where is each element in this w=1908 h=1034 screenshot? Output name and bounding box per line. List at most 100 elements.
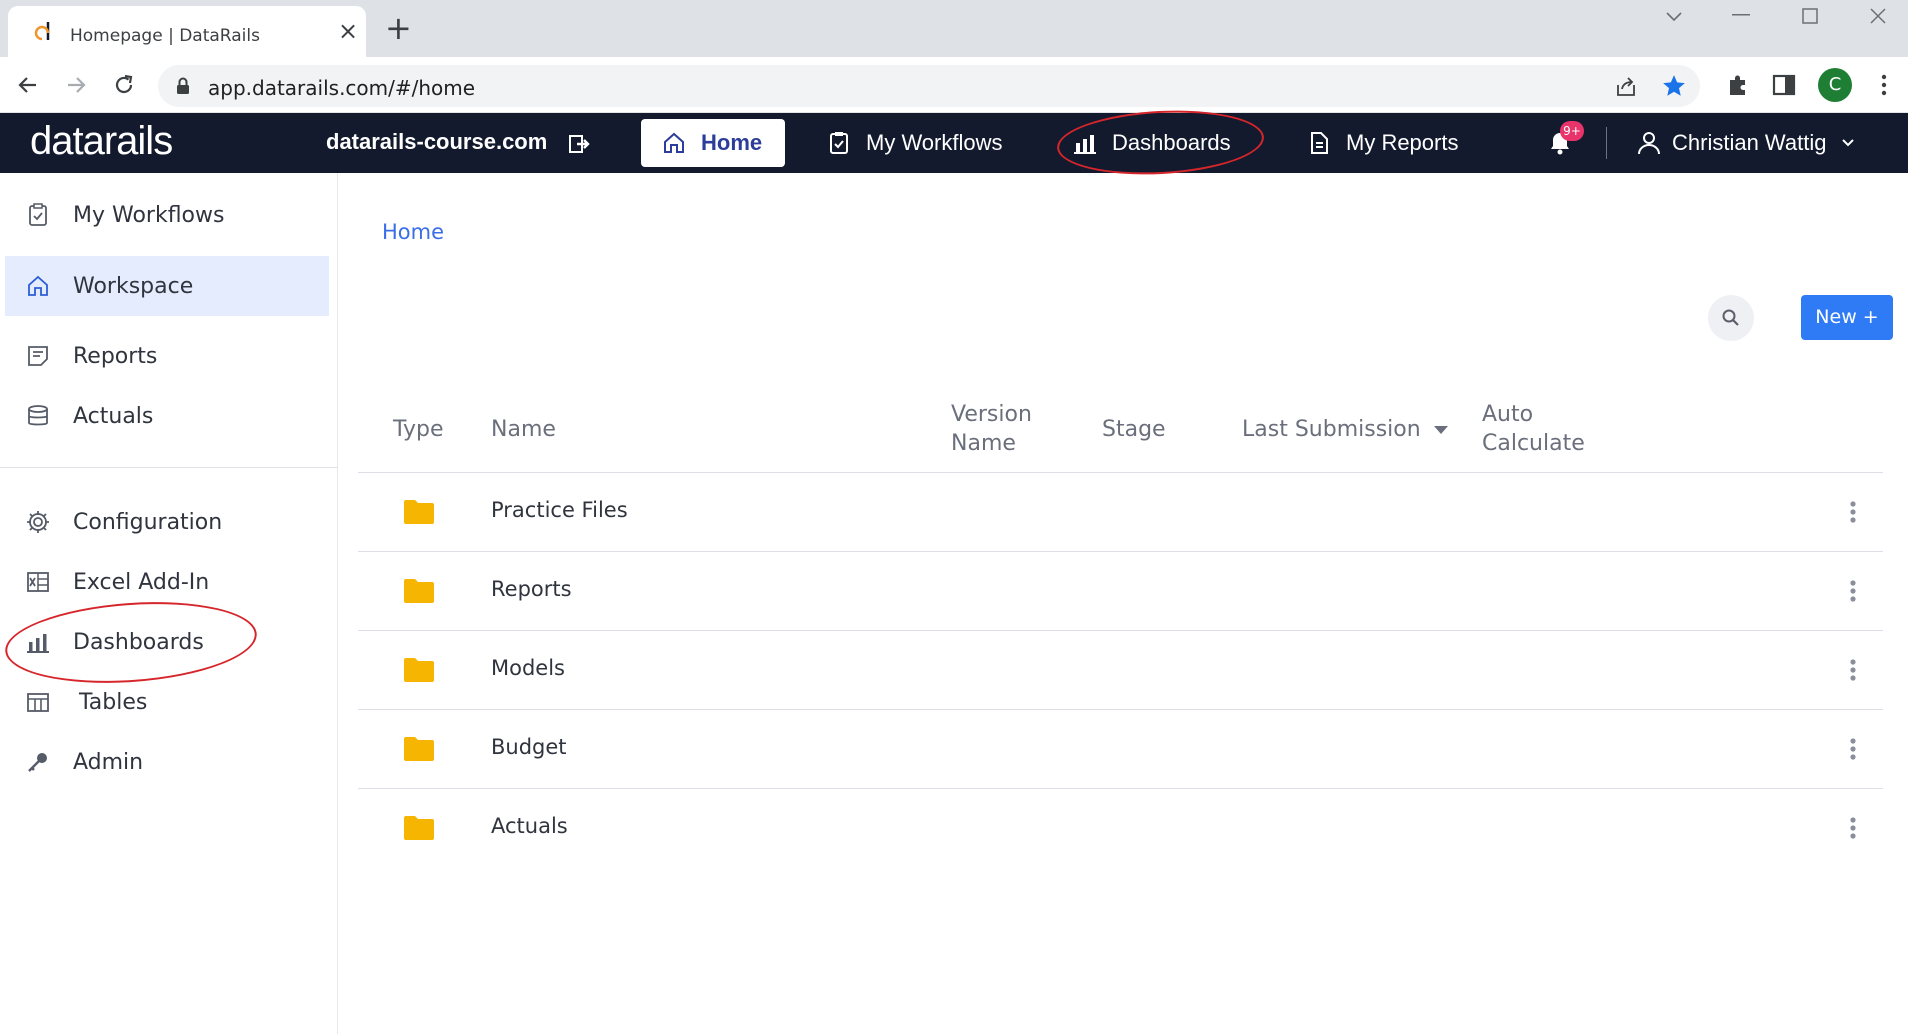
sidebar-item-label: Reports <box>73 343 158 369</box>
breadcrumb-home[interactable]: Home <box>382 220 444 244</box>
table-icon <box>27 693 49 712</box>
sidebar-item-label: Workspace <box>73 273 194 299</box>
nav-home[interactable]: Home <box>641 119 785 167</box>
row-name[interactable]: Reports <box>491 577 572 601</box>
sidebar-item-label: My Workflows <box>73 202 225 228</box>
back-arrow-icon[interactable] <box>14 71 42 99</box>
key-icon <box>28 753 47 772</box>
row-name[interactable]: Budget <box>491 735 567 759</box>
side-panel-icon[interactable] <box>1770 71 1798 99</box>
database-icon <box>28 405 48 426</box>
header-divider <box>1606 127 1607 159</box>
user-icon <box>1638 132 1660 155</box>
row-menu-kebab-icon[interactable] <box>1849 658 1857 682</box>
notification-badge: 9+ <box>1560 121 1584 141</box>
sidebar-divider <box>0 467 338 468</box>
column-header-line: Auto <box>1482 402 1534 427</box>
document-icon <box>1311 132 1328 154</box>
lock-icon[interactable] <box>176 77 190 95</box>
datarails-logo[interactable]: datarails <box>30 119 173 164</box>
folder-icon <box>404 737 434 761</box>
sidebar-item-configuration[interactable]: Configuration <box>5 492 329 552</box>
url-text[interactable]: app.datarails.com/#/home <box>208 76 475 100</box>
table-row[interactable]: Models <box>358 631 1883 710</box>
column-header-line: Name <box>951 431 1016 456</box>
clipboard-check-icon <box>29 203 47 226</box>
report-icon <box>28 346 48 366</box>
sort-caret-down-icon[interactable] <box>1434 426 1448 434</box>
window-minimize-icon[interactable] <box>1732 14 1750 16</box>
sidebar-item-label: Excel Add-In <box>73 569 210 595</box>
nav-my-reports-label: My Reports <box>1346 130 1459 155</box>
sidebar-item-tables[interactable]: Tables <box>5 672 329 732</box>
row-name[interactable]: Practice Files <box>491 498 628 522</box>
datarails-favicon-icon <box>34 22 50 41</box>
column-header-line: Calculate <box>1482 431 1585 456</box>
column-header-auto-calculate: Auto Calculate <box>1482 400 1585 458</box>
new-tab-icon[interactable]: + <box>385 12 412 44</box>
user-menu[interactable]: Christian Wattig <box>1636 119 1856 167</box>
row-menu-kebab-icon[interactable] <box>1849 816 1857 840</box>
column-header-type: Type <box>393 417 444 442</box>
table-row[interactable]: Actuals <box>358 789 1883 868</box>
table-row[interactable]: Practice Files <box>358 473 1883 552</box>
row-name[interactable]: Models <box>491 656 565 680</box>
nav-my-workflows-label: My Workflows <box>866 130 1003 155</box>
column-header-line: Version <box>951 402 1032 427</box>
sidebar-item-reports[interactable]: Reports <box>5 326 329 386</box>
browser-tab[interactable]: Homepage | DataRails × <box>8 6 366 57</box>
excel-icon <box>27 572 49 592</box>
row-menu-kebab-icon[interactable] <box>1849 500 1857 524</box>
table-row[interactable]: Reports <box>358 552 1883 631</box>
browser-menu-kebab-icon[interactable] <box>1872 71 1896 99</box>
column-header-name: Name <box>491 417 556 442</box>
tab-search-chevron-icon[interactable] <box>1664 10 1684 24</box>
sidebar-item-actuals[interactable]: Actuals <box>5 386 329 446</box>
search-button[interactable] <box>1708 295 1754 341</box>
column-header-stage: Stage <box>1102 417 1166 442</box>
row-name[interactable]: Actuals <box>491 814 568 838</box>
nav-my-workflows[interactable]: My Workflows <box>826 119 1003 167</box>
browser-toolbar: app.datarails.com/#/home C <box>0 57 1908 113</box>
sidebar-item-workspace[interactable]: Workspace <box>5 256 329 316</box>
folder-icon <box>404 579 434 603</box>
home-icon <box>28 275 48 296</box>
share-icon[interactable] <box>1614 75 1638 99</box>
folder-icon <box>404 658 434 682</box>
sidebar-item-label: Tables <box>79 689 148 715</box>
forward-arrow-icon[interactable] <box>62 71 90 99</box>
gear-icon <box>27 511 49 533</box>
tab-close-icon[interactable]: × <box>338 19 358 43</box>
switch-domain-icon[interactable] <box>568 133 590 155</box>
nav-my-reports[interactable]: My Reports <box>1306 119 1458 167</box>
clipboard-check-icon <box>830 132 848 154</box>
chevron-down-icon <box>1842 139 1855 147</box>
domain-link[interactable]: datarails-course.com <box>326 129 547 155</box>
new-button[interactable]: New + <box>1801 295 1893 340</box>
sidebar-item-admin[interactable]: Admin <box>5 732 329 792</box>
column-header-last-submission[interactable]: Last Submission <box>1242 415 1421 444</box>
window-close-icon[interactable] <box>1870 8 1886 24</box>
user-name: Christian Wattig <box>1672 130 1827 155</box>
sidebar-item-label: Admin <box>73 749 144 775</box>
reload-icon[interactable] <box>110 71 138 99</box>
tab-title: Homepage | DataRails <box>70 26 260 46</box>
row-menu-kebab-icon[interactable] <box>1849 579 1857 603</box>
sidebar-item-my-workflows[interactable]: My Workflows <box>5 185 329 245</box>
folder-icon <box>404 816 434 840</box>
window-maximize-icon[interactable] <box>1802 8 1818 24</box>
address-bar[interactable]: app.datarails.com/#/home <box>158 65 1700 107</box>
search-icon <box>1722 309 1739 326</box>
nav-home-label: Home <box>701 130 763 155</box>
extensions-puzzle-icon[interactable] <box>1724 71 1752 99</box>
browser-tab-strip: Homepage | DataRails × + <box>0 0 1908 57</box>
row-menu-kebab-icon[interactable] <box>1849 737 1857 761</box>
table-row[interactable]: Budget <box>358 710 1883 789</box>
app-header: datarails datarails-course.com Home My W… <box>0 113 1908 173</box>
sidebar-item-label: Configuration <box>73 509 223 535</box>
column-header-version-name: Version Name <box>951 400 1032 458</box>
profile-avatar[interactable]: C <box>1818 68 1852 102</box>
bookmark-star-icon[interactable] <box>1661 73 1687 99</box>
sidebar-item-label: Actuals <box>73 403 154 429</box>
folder-icon <box>404 500 434 524</box>
